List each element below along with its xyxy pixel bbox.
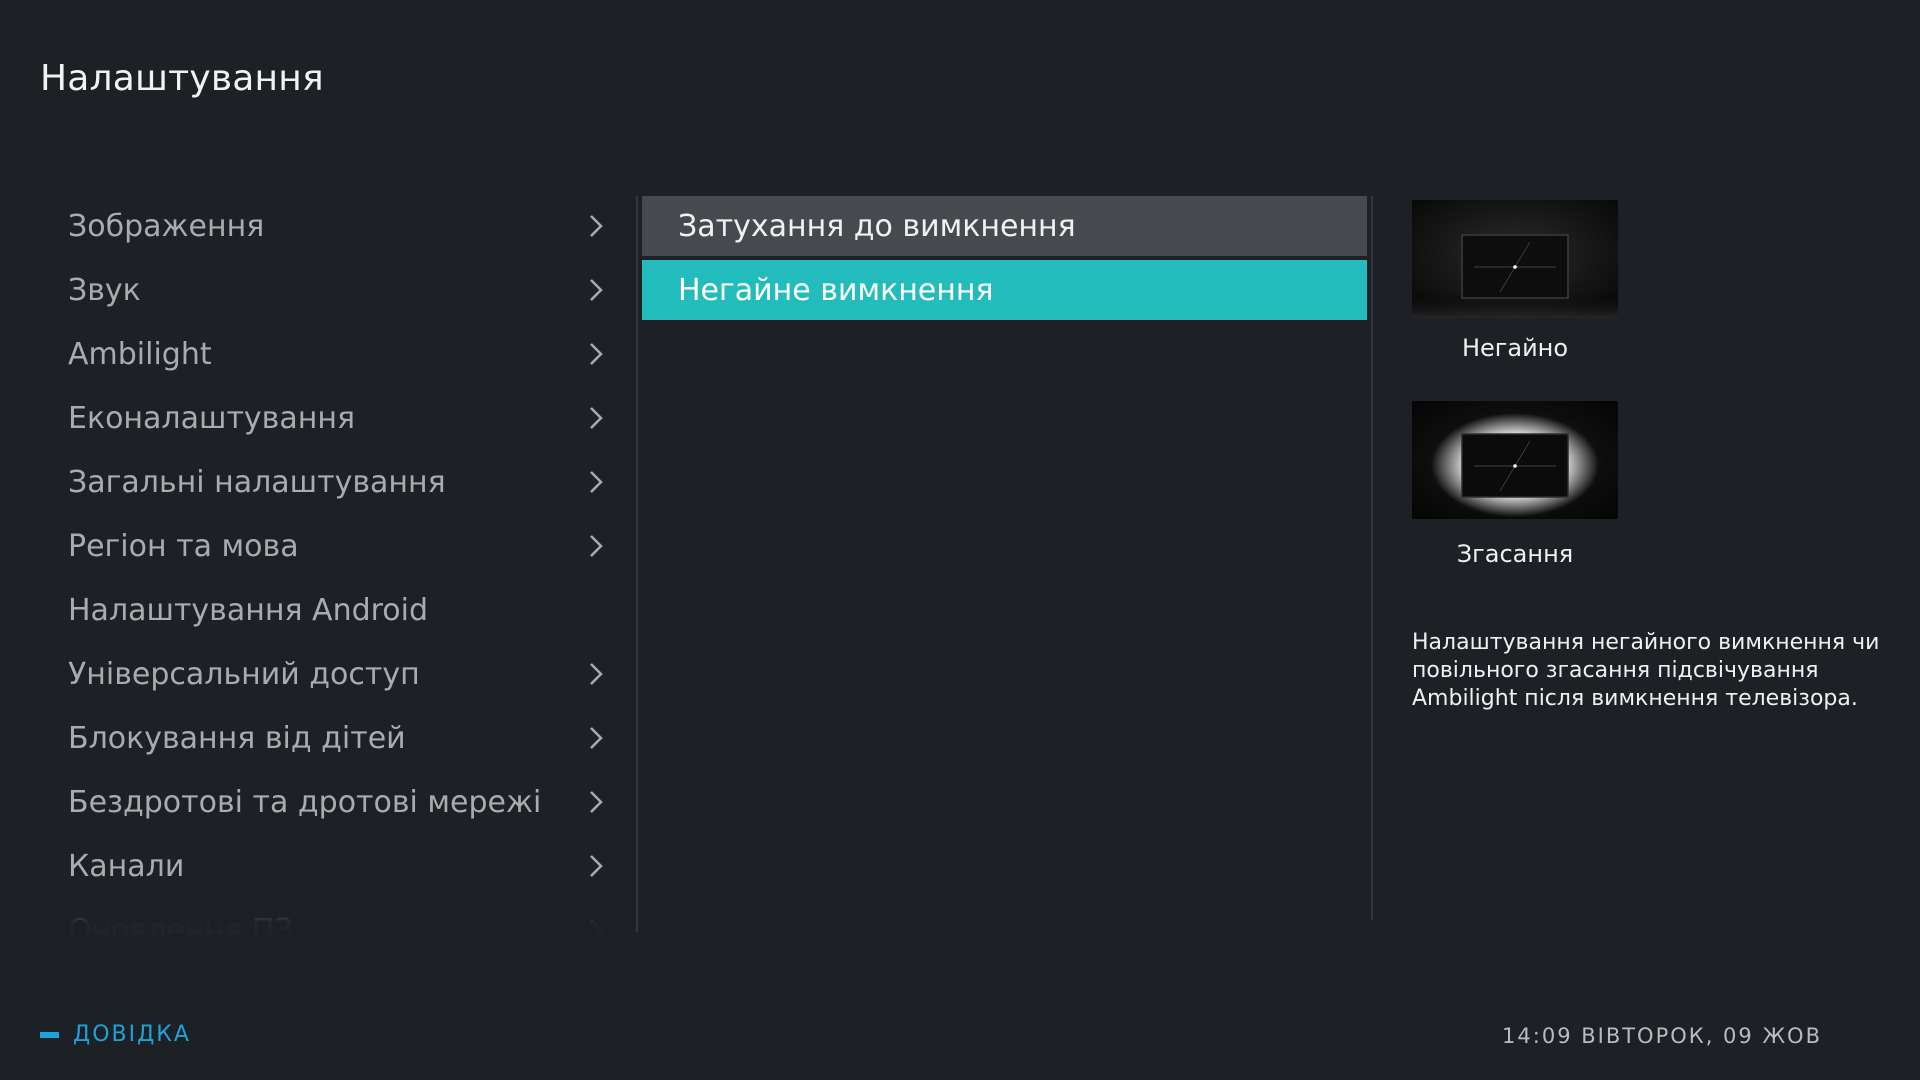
menu-item-label: Еконалаштування (68, 400, 356, 436)
menu-item-android-settings[interactable]: Налаштування Android (68, 578, 608, 642)
menu-item-region-language[interactable]: Регіон та мова (68, 514, 608, 578)
help-label: ДОВІДКА (73, 1022, 191, 1047)
menu-item-label: Ambilight (68, 336, 212, 372)
menu-item-label: Звук (68, 272, 141, 308)
chevron-right-icon (584, 467, 608, 497)
preview-immediate-caption: Негайно (1461, 334, 1569, 362)
menu-item-eco-settings[interactable]: Еконалаштування (68, 386, 608, 450)
menu-item-label: Універсальний доступ (68, 656, 420, 692)
menu-item-label: Бездротові та дротові мережі (68, 784, 542, 820)
chevron-right-icon (584, 403, 608, 433)
chevron-right-icon (584, 851, 608, 881)
menu-item-child-lock[interactable]: Блокування від дітей (68, 706, 608, 770)
option-label: Негайне вимкнення (678, 272, 994, 308)
menu-item-sound[interactable]: Звук (68, 258, 608, 322)
color-key-icon (40, 1031, 59, 1038)
column-divider (1371, 196, 1373, 920)
chevron-right-icon (584, 531, 608, 561)
chevron-right-icon (584, 275, 608, 305)
menu-item-label: Зображення (68, 208, 265, 244)
menu-item-label: Блокування від дітей (68, 720, 406, 756)
settings-menu: Зображення Звук Ambilight Еконалаштуванн… (0, 194, 636, 934)
menu-item-picture[interactable]: Зображення (68, 194, 608, 258)
menu-item-software-update[interactable]: Оновлення ПЗ (68, 898, 608, 934)
option-label: Затухання до вимкнення (678, 208, 1076, 244)
chevron-right-icon (584, 723, 608, 753)
chevron-right-icon (584, 915, 608, 934)
clock: 14:09 ВІВТОРОК, 09 ЖОВ (1502, 1024, 1822, 1048)
option-immediate-off[interactable]: Негайне вимкнення (642, 260, 1367, 320)
menu-item-label: Регіон та мова (68, 528, 299, 564)
menu-item-general-settings[interactable]: Загальні налаштування (68, 450, 608, 514)
menu-item-label: Загальні налаштування (68, 464, 446, 500)
page-title: Налаштування (40, 58, 324, 99)
menu-item-ambilight[interactable]: Ambilight (68, 322, 608, 386)
preview-fade-caption: Згасання (1456, 540, 1574, 568)
chevron-right-icon (584, 787, 608, 817)
preview-fade-image (1412, 401, 1618, 519)
chevron-right-icon (584, 659, 608, 689)
help-button[interactable]: ДОВІДКА (40, 1022, 191, 1047)
menu-item-networks[interactable]: Бездротові та дротові мережі (68, 770, 608, 834)
preview-immediate-image (1412, 200, 1618, 318)
chevron-right-icon (584, 339, 608, 369)
menu-item-channels[interactable]: Канали (68, 834, 608, 898)
option-description: Налаштування негайного вимкнення чи пові… (1412, 630, 1880, 711)
menu-item-label: Оновлення ПЗ (68, 912, 294, 935)
option-fade-out[interactable]: Затухання до вимкнення (642, 196, 1367, 256)
menu-item-accessibility[interactable]: Універсальний доступ (68, 642, 608, 706)
settings-screen: Налаштування Зображення Звук Ambilight Е… (0, 0, 1920, 1080)
menu-item-label: Канали (68, 848, 185, 884)
column-divider (636, 196, 638, 932)
chevron-right-icon (584, 211, 608, 241)
menu-item-label: Налаштування Android (68, 592, 429, 628)
